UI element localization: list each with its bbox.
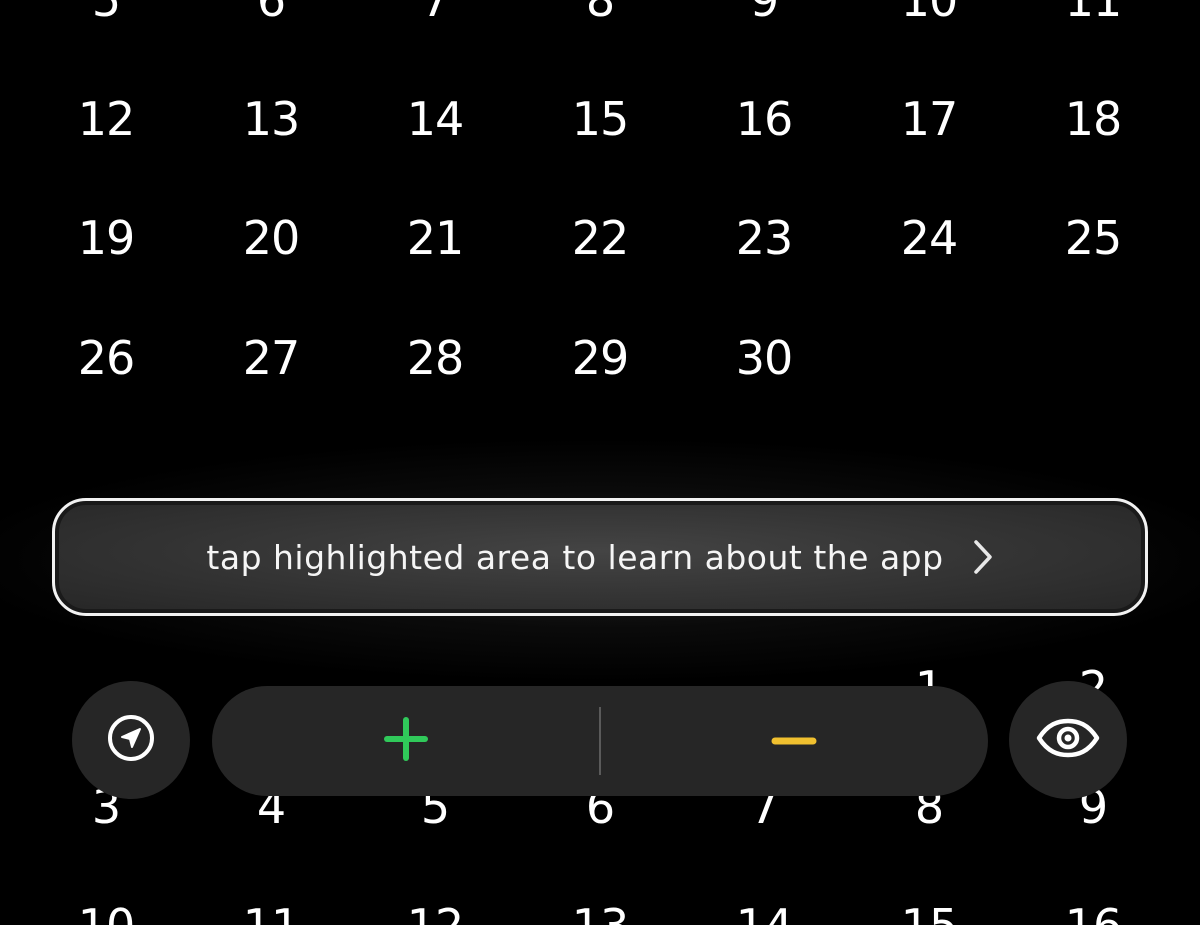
calendar-screen: 5 6 7 8 9 10 11 12 13 14 15 16 17 18 19 … <box>0 0 1200 925</box>
location-button[interactable] <box>72 681 190 799</box>
day-cell[interactable]: 12 <box>46 93 166 145</box>
day-cell[interactable]: 7 <box>375 0 495 26</box>
day-cell[interactable]: 13 <box>211 93 331 145</box>
visibility-button[interactable] <box>1009 681 1127 799</box>
day-cell[interactable]: 16 <box>704 93 824 145</box>
chevron-right-icon <box>972 539 994 579</box>
day-cell[interactable]: 15 <box>869 900 989 925</box>
day-cell[interactable]: 6 <box>211 0 331 26</box>
day-cell[interactable]: 29 <box>540 332 660 384</box>
day-cell[interactable]: 23 <box>704 212 824 264</box>
day-cell[interactable]: 20 <box>211 212 331 264</box>
day-cell[interactable]: 30 <box>704 332 824 384</box>
day-cell[interactable]: 13 <box>540 900 660 925</box>
day-cell[interactable]: 11 <box>211 900 331 925</box>
add-remove-control <box>212 686 988 796</box>
day-cell[interactable]: 22 <box>540 212 660 264</box>
day-cell[interactable]: 17 <box>869 93 989 145</box>
day-cell[interactable]: 14 <box>704 900 824 925</box>
day-cell[interactable]: 21 <box>375 212 495 264</box>
day-cell[interactable]: 15 <box>540 93 660 145</box>
eye-icon <box>1036 718 1100 762</box>
location-arrow-icon <box>106 713 156 767</box>
add-button[interactable] <box>212 686 600 796</box>
day-cell[interactable]: 11 <box>1033 0 1153 26</box>
day-cell[interactable]: 26 <box>46 332 166 384</box>
day-cell[interactable]: 5 <box>46 0 166 26</box>
day-cell[interactable]: 27 <box>211 332 331 384</box>
day-cell[interactable]: 16 <box>1033 900 1153 925</box>
day-cell[interactable]: 19 <box>46 212 166 264</box>
day-cell[interactable]: 24 <box>869 212 989 264</box>
minus-icon <box>771 732 817 751</box>
day-cell[interactable]: 9 <box>704 0 824 26</box>
day-cell[interactable]: 25 <box>1033 212 1153 264</box>
remove-button[interactable] <box>600 686 988 796</box>
day-cell[interactable]: 8 <box>540 0 660 26</box>
day-cell[interactable]: 12 <box>375 900 495 925</box>
day-cell[interactable]: 28 <box>375 332 495 384</box>
day-cell[interactable]: 10 <box>869 0 989 26</box>
banner-text: tap highlighted area to learn about the … <box>206 537 944 577</box>
day-cell[interactable]: 18 <box>1033 93 1153 145</box>
learn-about-app-banner[interactable]: tap highlighted area to learn about the … <box>52 498 1148 616</box>
day-cell[interactable]: 14 <box>375 93 495 145</box>
day-cell[interactable]: 10 <box>46 900 166 925</box>
plus-icon <box>383 716 429 766</box>
